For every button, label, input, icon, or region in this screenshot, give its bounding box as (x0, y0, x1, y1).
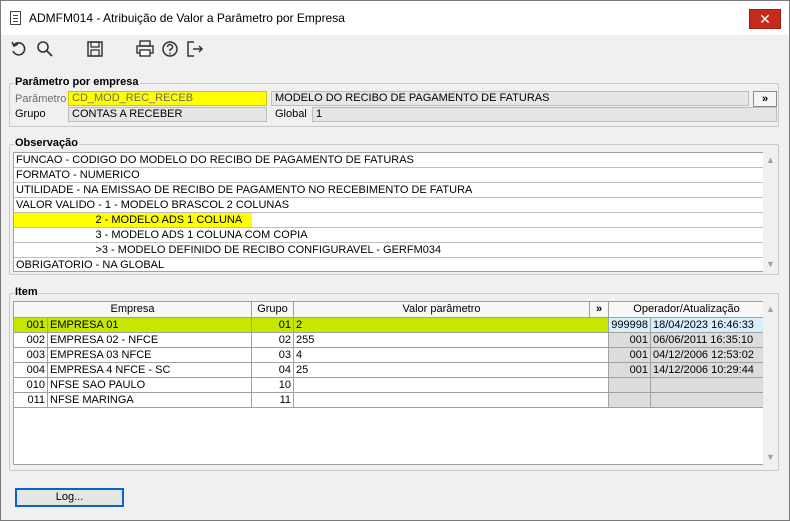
log-button[interactable]: Log... (15, 488, 124, 507)
observacao-group-label: Observação (14, 137, 79, 149)
param-group-label: Parâmetro por empresa (14, 76, 140, 88)
cell-codigo[interactable]: 010 (14, 378, 48, 393)
cell-grupo[interactable]: 10 (252, 378, 294, 393)
cell-valor[interactable] (294, 393, 609, 408)
search-icon[interactable] (35, 39, 55, 59)
cell-empresa[interactable]: EMPRESA 4 NFCE - SC (48, 363, 252, 378)
cell-codigo[interactable]: 001 (14, 318, 48, 333)
observacao-line: OBRIGATORIO - NA GLOBAL (16, 259, 165, 271)
observacao-textarea[interactable]: FUNCAO - CODIGO DO MODELO DO RECIBO DE P… (13, 152, 764, 272)
main-window: ADMFM014 - Atribuição de Valor a Parâmet… (0, 0, 790, 521)
window-title: ADMFM014 - Atribuição de Valor a Parâmet… (29, 11, 345, 25)
global-label: Global (275, 108, 307, 120)
grupo-label: Grupo (15, 108, 46, 120)
parametro-description: MODELO DO RECIBO DE PAGAMENTO DE FATURAS (271, 91, 749, 106)
cell-grupo[interactable]: 11 (252, 393, 294, 408)
cell-operador: 001 (609, 348, 651, 363)
grupo-field: CONTAS A RECEBER (68, 107, 267, 122)
cell-operador: 999998 (609, 318, 651, 333)
cell-atualizacao (651, 378, 765, 393)
item-group-label: Item (14, 286, 39, 298)
scroll-up-icon[interactable]: ▲ (766, 305, 775, 314)
observacao-scrollbar[interactable]: ▲ ▼ (763, 152, 777, 272)
col-header-valor[interactable]: Valor parâmetro (294, 302, 590, 318)
cell-atualizacao: 14/12/2006 10:29:44 (651, 363, 765, 378)
cell-operador (609, 393, 651, 408)
parametro-field[interactable]: CD_MOD_REC_RECEB (68, 91, 267, 106)
cell-operador: 001 (609, 363, 651, 378)
cell-operador (609, 378, 651, 393)
cell-empresa[interactable]: NFSE MARINGA (48, 393, 252, 408)
scroll-up-icon[interactable]: ▲ (766, 156, 775, 165)
cell-codigo[interactable]: 002 (14, 333, 48, 348)
cell-grupo[interactable]: 03 (252, 348, 294, 363)
cell-valor[interactable] (294, 378, 609, 393)
scroll-down-icon[interactable]: ▼ (766, 453, 775, 462)
cell-valor[interactable]: 255 (294, 333, 609, 348)
global-field: 1 (312, 107, 777, 122)
cell-atualizacao: 04/12/2006 12:53:02 (651, 348, 765, 363)
cell-grupo[interactable]: 02 (252, 333, 294, 348)
cell-valor[interactable]: 4 (294, 348, 609, 363)
toolbar (1, 35, 789, 63)
cell-empresa[interactable]: EMPRESA 01 (48, 318, 252, 333)
cell-codigo[interactable]: 011 (14, 393, 48, 408)
cell-operador: 001 (609, 333, 651, 348)
observacao-line: VALOR VALIDO - 1 - MODELO BRASCOL 2 COLU… (14, 198, 763, 213)
col-header-operador[interactable]: Operador/Atualização (609, 302, 765, 318)
title-bar: ADMFM014 - Atribuição de Valor a Parâmet… (1, 1, 789, 35)
cell-grupo[interactable]: 01 (252, 318, 294, 333)
observacao-line: 2 - MODELO ADS 1 COLUNA (14, 213, 763, 228)
cell-valor[interactable]: 2 (294, 318, 609, 333)
save-icon[interactable] (85, 39, 105, 59)
cell-atualizacao: 06/06/2011 16:35:10 (651, 333, 765, 348)
item-grid: Empresa Grupo Valor parâmetro » Operador… (13, 301, 765, 465)
close-button[interactable]: ✕ (749, 9, 781, 29)
parametro-label: Parâmetro (15, 93, 67, 105)
exit-icon[interactable] (185, 39, 205, 59)
cell-empresa[interactable]: EMPRESA 02 - NFCE (48, 333, 252, 348)
observacao-line: FUNCAO - CODIGO DO MODELO DO RECIBO DE P… (14, 153, 763, 168)
cell-grupo[interactable]: 04 (252, 363, 294, 378)
cell-valor[interactable]: 25 (294, 363, 609, 378)
observacao-line: >3 - MODELO DEFINIDO DE RECIBO CONFIGURA… (14, 243, 763, 258)
scroll-down-icon[interactable]: ▼ (766, 260, 775, 269)
observacao-line: UTILIDADE - NA EMISSAO DE RECIBO DE PAGA… (14, 183, 763, 198)
observacao-line: FORMATO - NUMERICO (14, 168, 763, 183)
undo-icon[interactable] (9, 39, 29, 59)
col-header-more-button[interactable]: » (590, 302, 609, 318)
observacao-line: 3 - MODELO ADS 1 COLUNA COM COPIA (14, 228, 763, 243)
cell-codigo[interactable]: 004 (14, 363, 48, 378)
cell-empresa[interactable]: NFSE SAO PAULO (48, 378, 252, 393)
cell-atualizacao: 18/04/2023 16:46:33 (651, 318, 765, 333)
cell-empresa[interactable]: EMPRESA 03 NFCE (48, 348, 252, 363)
item-scrollbar[interactable]: ▲ ▼ (763, 301, 777, 465)
parametro-more-button[interactable]: » (753, 91, 777, 107)
cell-atualizacao (651, 393, 765, 408)
print-icon[interactable] (135, 39, 155, 59)
col-header-grupo[interactable]: Grupo (252, 302, 294, 318)
document-icon (10, 11, 21, 25)
help-icon[interactable] (160, 39, 180, 59)
cell-codigo[interactable]: 003 (14, 348, 48, 363)
col-header-empresa[interactable]: Empresa (14, 302, 252, 318)
